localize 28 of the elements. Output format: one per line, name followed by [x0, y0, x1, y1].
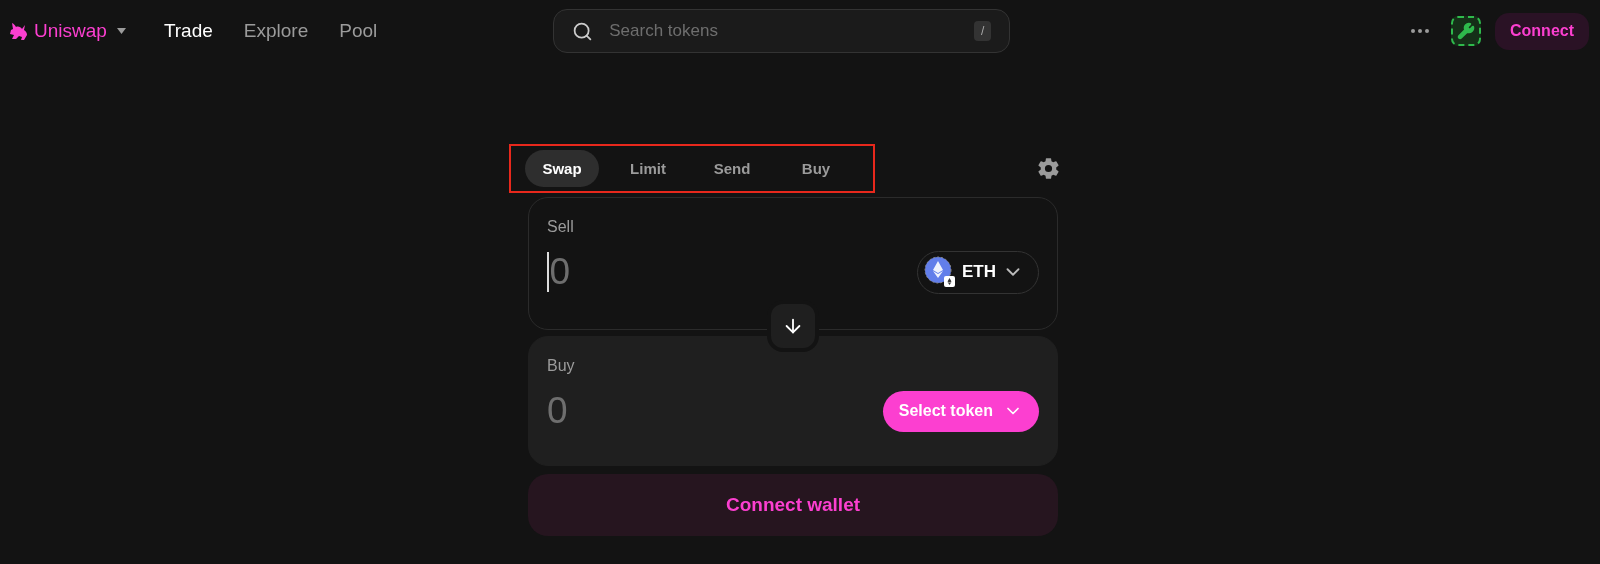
nav-link[interactable]: Explore [243, 20, 309, 42]
shortcut-key: / [973, 21, 992, 41]
panel-label: Sell [547, 218, 575, 236]
text-cursor [547, 252, 549, 292]
wrench-icon [1457, 22, 1475, 40]
tab[interactable]: Swap [525, 150, 599, 187]
search-bar[interactable]: Search tokens / [553, 9, 1011, 53]
tab[interactable]: Send [697, 150, 767, 187]
more-button[interactable] [1411, 29, 1429, 33]
panel-label: Buy [547, 357, 576, 375]
settings-button[interactable] [1037, 157, 1060, 180]
amount-field[interactable]: 0 [547, 390, 883, 432]
nav-link[interactable]: Trade [163, 20, 213, 42]
search-field[interactable]: Search tokens [607, 20, 960, 42]
tab[interactable]: Buy [781, 150, 851, 187]
connect-wallet-button[interactable]: Connect wallet [528, 474, 1058, 536]
connect-button[interactable]: Connect [1495, 12, 1589, 50]
uniswap-logo[interactable]: Uniswap [8, 20, 126, 42]
token-selector[interactable]: ETH [917, 250, 1039, 294]
nav-link[interactable]: Pool [339, 20, 378, 42]
tab[interactable]: Limit [613, 150, 683, 187]
ethereum-icon [924, 256, 956, 288]
unicorn-logo-icon [8, 20, 30, 42]
caret-icon [116, 28, 126, 34]
more-icon [1411, 29, 1429, 33]
wrench-button[interactable] [1451, 16, 1481, 46]
search-icon [572, 20, 594, 42]
amount-field[interactable]: 0 [549, 251, 917, 293]
